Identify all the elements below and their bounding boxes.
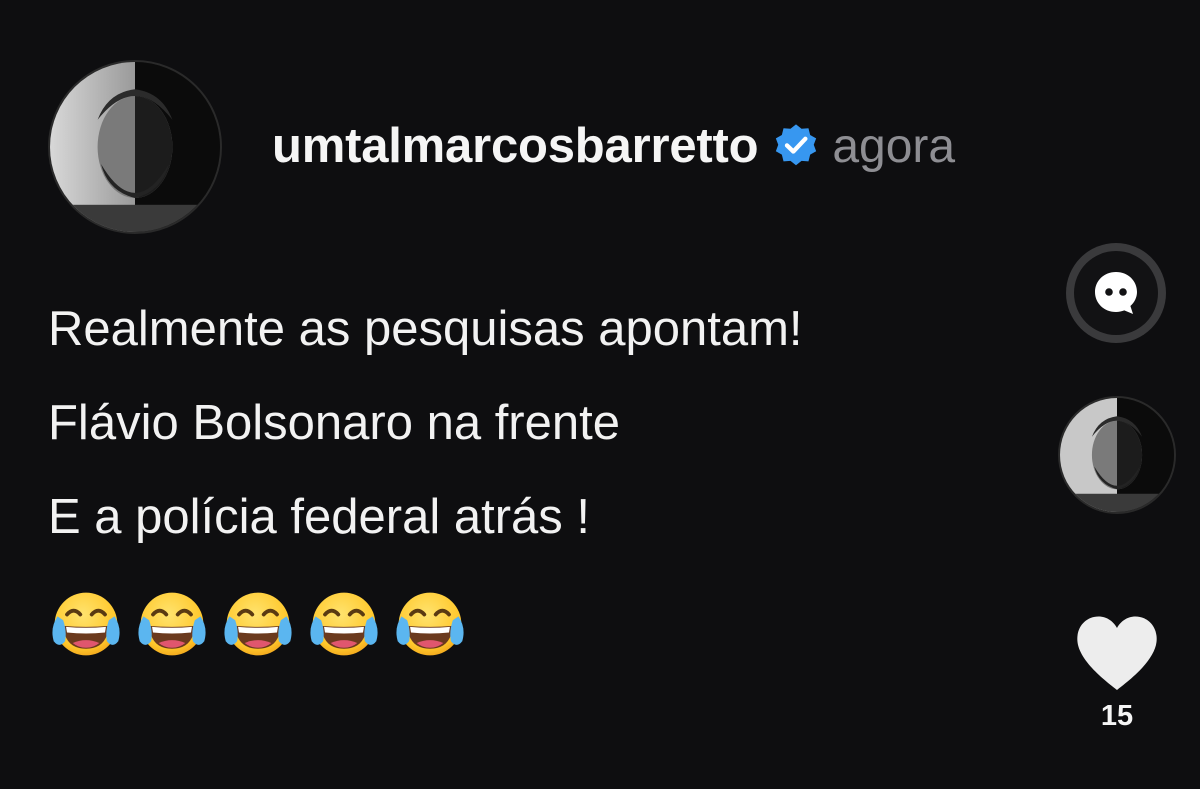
laughing-emoji-icon [134, 586, 210, 662]
reply-button[interactable] [1066, 243, 1166, 343]
laughing-emoji-icon [220, 586, 296, 662]
side-avatar[interactable] [1058, 396, 1176, 514]
laughing-emoji-icon [48, 586, 124, 662]
laughing-emoji-icon [392, 586, 468, 662]
verified-badge-icon [776, 124, 817, 166]
like-count: 15 [1100, 700, 1134, 732]
chat-bubble-icon [1095, 272, 1137, 314]
post-line: Flávio Bolsonaro na frente [48, 396, 620, 450]
post-header: umtalmarcosbarretto agora [272, 110, 955, 182]
emoji-row [48, 586, 468, 662]
avatar-photo [50, 62, 220, 232]
heart-icon[interactable] [1074, 614, 1160, 692]
post-timestamp: agora [832, 119, 956, 173]
post-body: Realmente as pesquisas apontam! Flávio B… [48, 282, 803, 564]
side-avatar-photo [1060, 398, 1174, 512]
post-line: E a polícia federal atrás ! [48, 490, 591, 544]
laughing-emoji-icon [306, 586, 382, 662]
avatar[interactable] [48, 60, 222, 234]
post-line: Realmente as pesquisas apontam! [48, 302, 803, 356]
username[interactable]: umtalmarcosbarretto [272, 118, 759, 174]
reply-button-inner [1074, 251, 1158, 335]
